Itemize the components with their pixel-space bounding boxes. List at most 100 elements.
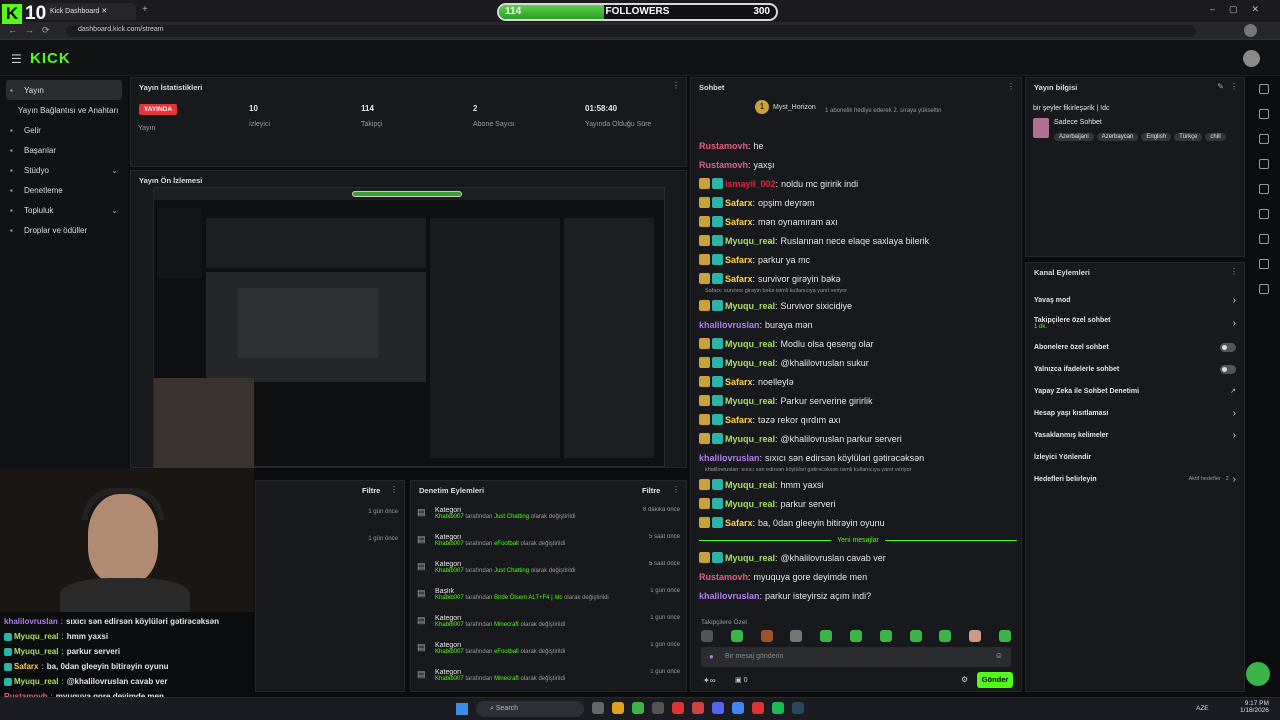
chat-input[interactable]: ● Bir mesaj gönderin ☺ (701, 647, 1011, 667)
sidebar-item[interactable]: ▪ Topluluk ⌄ (0, 200, 128, 220)
points-counter[interactable]: ▣ 0 (735, 676, 747, 684)
bookmark-icon[interactable] (1259, 184, 1269, 194)
emote-bar[interactable] (701, 630, 1011, 644)
sidebar-item[interactable]: Yayın Bağlantısı ve Anahtarı (0, 100, 128, 120)
mic-icon[interactable]: ● (709, 652, 714, 661)
more-icon[interactable]: ⋮ (672, 81, 680, 90)
chat-username[interactable]: Rustamovh (699, 160, 748, 170)
chat-username[interactable]: ismayil_002 (725, 179, 776, 189)
chat-username[interactable]: khalilovruslan (699, 320, 760, 330)
pencil-icon[interactable] (1259, 109, 1269, 119)
chat-username[interactable]: Myuqu_real (725, 339, 775, 349)
sidebar-item[interactable]: ▪ Yayın (6, 80, 122, 100)
sidebar-item[interactable]: ▪ Gelir (0, 120, 128, 140)
chat-username[interactable]: Myuqu_real (725, 301, 775, 311)
chat-username[interactable]: Safarx (725, 415, 753, 425)
taskbar-search[interactable]: ⌕ Search (476, 701, 584, 717)
mod-action-user[interactable]: Khabib007 (435, 568, 464, 574)
channel-action[interactable]: Hedefleri belirleyin Aktif hedefler · 2 › (1026, 468, 1244, 490)
mod-action-user[interactable]: Khabib007 (435, 595, 464, 601)
chat-username[interactable]: Myuqu_real (725, 396, 775, 406)
chat-username[interactable]: Safarx (725, 255, 753, 265)
gift-icon[interactable]: ✦∞ (703, 676, 715, 685)
windows-start-icon[interactable] (456, 703, 468, 715)
channel-action[interactable]: Yapay Zeka ile Sohbet Denetimi ↗ (1026, 380, 1244, 402)
pinned-user[interactable]: Myst_Horizon (773, 104, 816, 111)
chevron-right-icon[interactable]: › (1233, 295, 1236, 306)
chat-username[interactable]: khalilovruslan (699, 453, 760, 463)
moon-icon[interactable] (1259, 84, 1269, 94)
nav-arrows-icon[interactable]: ←→⟳ (8, 25, 58, 36)
sidebar-item[interactable]: ▪ Droplar ve ödüller (0, 220, 128, 240)
filter-button[interactable]: Filtre (362, 486, 380, 495)
chat-username[interactable]: Safarx (725, 274, 753, 284)
chat-username[interactable]: Safarx (725, 198, 753, 208)
chevron-down-icon[interactable]: ⌄ (111, 206, 118, 215)
toggle-switch[interactable] (1220, 364, 1236, 374)
more-icon[interactable]: ⋮ (672, 485, 680, 494)
chat-username[interactable]: Safarx (725, 377, 753, 387)
language-indicator[interactable]: AZE (1196, 705, 1209, 712)
chat-username[interactable]: Rustamovh (699, 141, 748, 151)
mod-action-user[interactable]: Khabib007 (435, 676, 464, 682)
tab-kick-dashboard[interactable]: Kick Dashboard ✕ (44, 3, 136, 20)
chat-username[interactable]: khalilovruslan (699, 591, 760, 601)
avatar[interactable] (1243, 50, 1260, 67)
more-icon[interactable]: ⋮ (1007, 82, 1015, 91)
stream-tag[interactable]: Azerbaijani (1054, 133, 1094, 141)
clock[interactable]: 9:17 PM 1/18/2026 (1240, 700, 1269, 714)
toggle-switch[interactable] (1220, 342, 1236, 352)
external-link-icon[interactable]: ↗ (1230, 387, 1236, 395)
chat-username[interactable]: Myuqu_real (725, 480, 775, 490)
chat-username[interactable]: Myuqu_real (725, 358, 775, 368)
stream-tag[interactable]: Azerbaycan (1096, 133, 1139, 141)
chat-username[interactable]: Myuqu_real (725, 236, 775, 246)
channel-action[interactable]: Yalnızca ifadelerle sohbet (1026, 358, 1244, 380)
window-controls[interactable]: –▢✕ (1210, 4, 1273, 15)
mod-action-user[interactable]: Khabib007 (435, 514, 464, 520)
category-name[interactable]: Sadece Sohbet (1054, 119, 1102, 126)
taskbar-apps[interactable] (592, 702, 804, 714)
filter-button[interactable]: Filtre (642, 486, 660, 495)
stream-tag[interactable]: English (1141, 133, 1172, 141)
new-tab-icon[interactable]: + (142, 4, 148, 15)
shield-icon[interactable] (1259, 134, 1269, 144)
chat-username[interactable]: Safarx (725, 518, 753, 528)
lightning-icon[interactable] (1259, 159, 1269, 169)
more-icon[interactable]: ⋮ (390, 485, 398, 494)
channel-action[interactable]: Yasaklanmış kelimeler › (1026, 424, 1244, 446)
channel-action[interactable]: Abonelere özel sohbet (1026, 336, 1244, 358)
chat-username[interactable]: Myuqu_real (725, 553, 775, 563)
channel-action[interactable]: İzleyici Yönlendir (1026, 446, 1244, 468)
channel-action[interactable]: Hesap yaşı kısıtlaması › (1026, 402, 1244, 424)
broadcast-icon[interactable] (1259, 234, 1269, 244)
hamburger-menu-icon[interactable]: ☰ (11, 52, 22, 66)
wrench-icon[interactable] (1259, 284, 1269, 294)
more-icon[interactable]: ⋮ (1230, 82, 1238, 91)
chevron-right-icon[interactable]: › (1233, 430, 1236, 441)
help-chat-icon[interactable] (1246, 662, 1270, 686)
url-field[interactable]: dashboard.kick.com/stream (66, 25, 1196, 37)
send-button[interactable]: Gönder (977, 672, 1013, 688)
layout-icon[interactable] (1259, 259, 1269, 269)
chevron-down-icon[interactable]: ⌄ (111, 166, 118, 175)
chat-username[interactable]: Myuqu_real (725, 499, 775, 509)
stream-tag[interactable]: chill (1205, 133, 1226, 141)
sidebar-item[interactable]: ▪ Stüdyo ⌄ (0, 160, 128, 180)
mod-action-user[interactable]: Khabib007 (435, 541, 464, 547)
chevron-right-icon[interactable]: › (1233, 318, 1236, 329)
settings-gear-icon[interactable]: ⚙ (961, 675, 968, 684)
edit-pencil-icon[interactable]: ✎ (1217, 82, 1224, 91)
chevron-right-icon[interactable]: › (1233, 408, 1236, 419)
sidebar-item[interactable]: ▪ Denetleme (0, 180, 128, 200)
channel-action[interactable]: Yavaş mod › (1026, 289, 1244, 311)
channel-action[interactable]: Takipçilere özel sohbet 1 dk. › (1026, 311, 1244, 336)
mod-action-user[interactable]: Khabib007 (435, 649, 464, 655)
chat-username[interactable]: Myuqu_real (725, 434, 775, 444)
chevron-right-icon[interactable]: › (1233, 474, 1236, 485)
chat-bubble-icon[interactable] (1259, 209, 1269, 219)
more-icon[interactable]: ⋮ (1230, 267, 1238, 276)
chat-username[interactable]: Safarx (725, 217, 753, 227)
close-icon[interactable]: ✕ (101, 8, 107, 15)
profile-avatar[interactable] (1244, 24, 1257, 37)
